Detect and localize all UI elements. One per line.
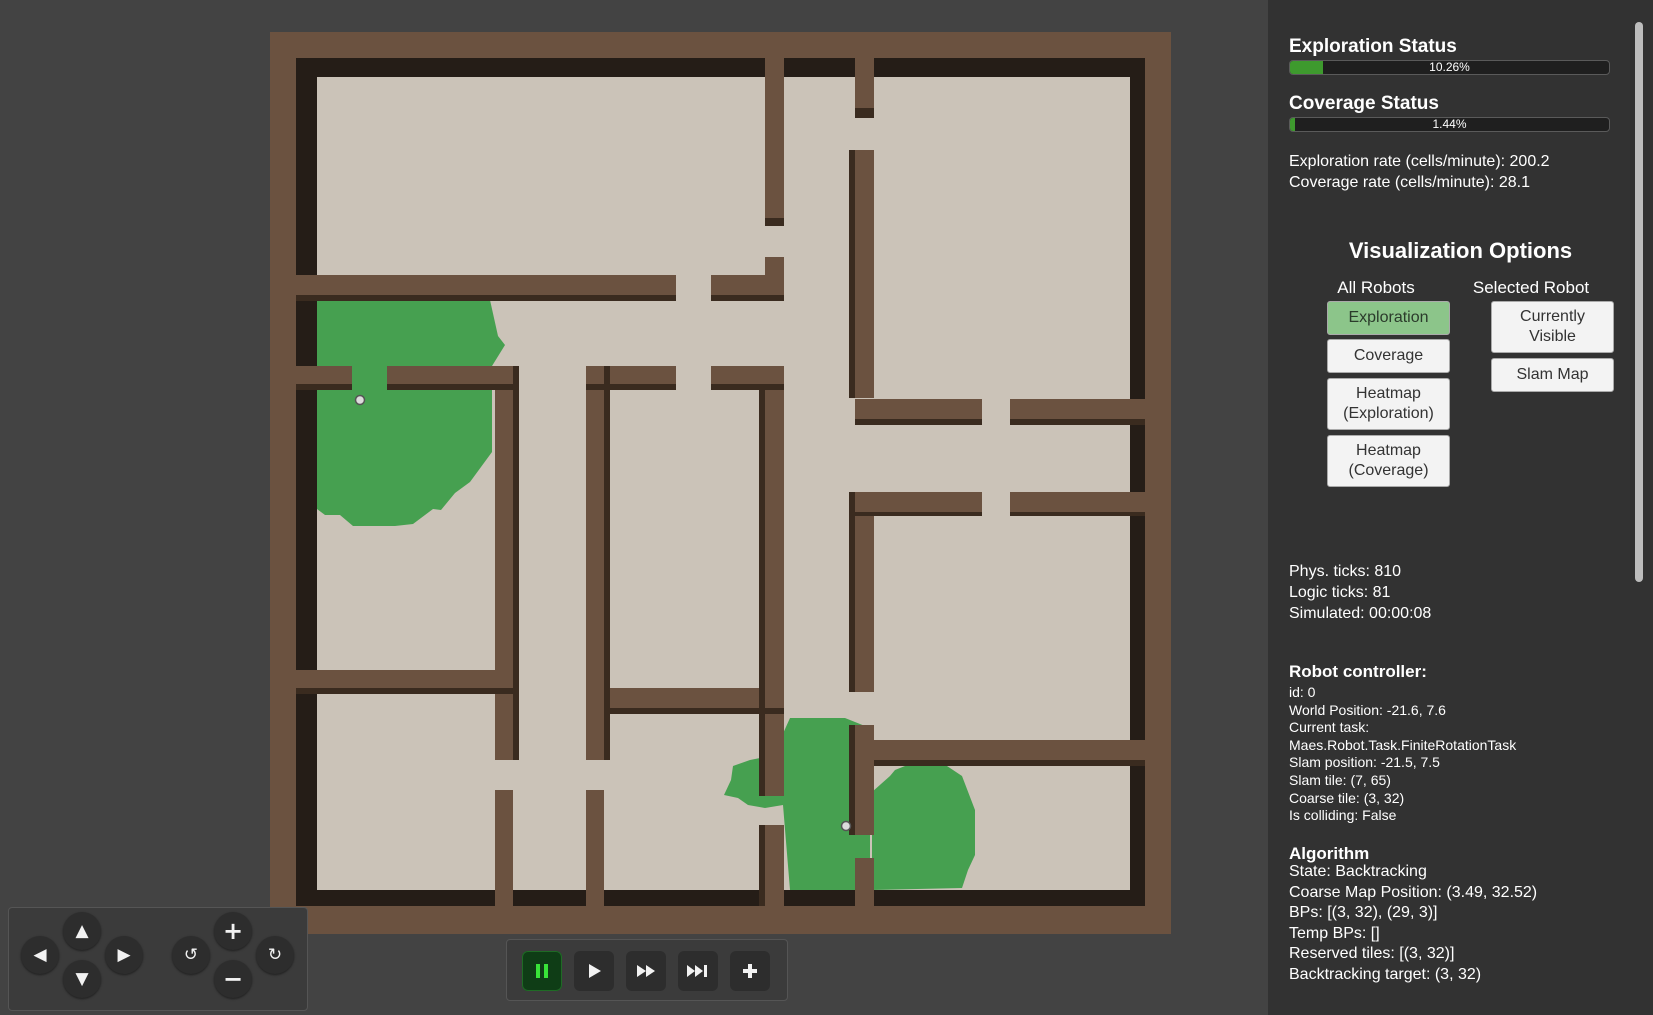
- robot-controller-title: Robot controller:: [1289, 662, 1427, 681]
- wall-h-right-a: [855, 399, 982, 419]
- exploration-rate: Exploration rate (cells/minute): 200.2: [1289, 153, 1550, 170]
- wall-h-mid-c: [586, 688, 784, 708]
- coverage-progress-bar: 1.44%: [1289, 117, 1610, 132]
- wall-h-lower-right: [855, 740, 1145, 760]
- coverage-percent: 1.44%: [1432, 117, 1467, 131]
- algorithm-line: Temp BPs: []: [1289, 924, 1380, 942]
- robot-controller-line: Current task:: [1289, 719, 1370, 736]
- logic-ticks: Logic ticks: 81: [1289, 584, 1391, 601]
- selected-robot-option-button[interactable]: Currently Visible: [1491, 301, 1614, 353]
- robot-controller-line: Slam tile: (7, 65): [1289, 772, 1391, 788]
- wall-h-left-b: [387, 366, 513, 384]
- wall-v-lower-right-a: [855, 725, 874, 835]
- wall-h-left-a: [296, 366, 352, 384]
- exploration-status-title: Exploration Status: [1289, 36, 1457, 57]
- robot-controller-line: Is colliding: False: [1289, 807, 1397, 824]
- skip-forward-button[interactable]: [678, 951, 718, 991]
- pause-icon: [536, 964, 548, 978]
- robot-marker-selected[interactable]: [840, 820, 852, 832]
- zoom-out-button[interactable]: −: [214, 960, 252, 998]
- simulated-time: Simulated: 00:00:08: [1289, 605, 1432, 622]
- plus-icon: +: [222, 917, 244, 945]
- selected-robot-option-button[interactable]: Slam Map: [1491, 358, 1614, 392]
- playback-controls: [506, 939, 788, 1001]
- play-icon: [589, 964, 601, 978]
- exploration-percent: 10.26%: [1429, 60, 1470, 74]
- robot-controller-line: Coarse tile: (3, 32): [1289, 789, 1405, 806]
- wall-v-mid-b: [765, 366, 784, 796]
- phys-ticks: Phys. ticks: 810: [1289, 563, 1402, 580]
- visualization-options-title: Visualization Options: [1348, 238, 1573, 263]
- scrollbar[interactable]: [1635, 22, 1643, 582]
- camera-controls: ▲ ▼ ◀ ▶ ↺ + − ↻: [8, 907, 308, 1011]
- move-up-button[interactable]: ▲: [63, 912, 101, 950]
- wall-v-left-b: [495, 790, 513, 906]
- wall-v-lower-right-b: [855, 858, 874, 906]
- arrow-left-icon: ◀: [33, 944, 47, 965]
- move-right-button[interactable]: ▶: [105, 936, 143, 974]
- wall-v-right-b: [855, 492, 874, 692]
- play-button[interactable]: [574, 951, 614, 991]
- minus-icon: −: [222, 965, 244, 993]
- viz-option-button[interactable]: Exploration: [1327, 301, 1450, 335]
- algorithm-line: State: Backtracking: [1289, 863, 1427, 880]
- wall-h-right-d: [1010, 492, 1145, 512]
- robot-controller-line: World Position: -21.6, 7.6: [1289, 701, 1446, 718]
- all-robots-label: All Robots: [1337, 278, 1415, 297]
- robot-controller-line: Maes.Robot.Task.FiniteRotationTask: [1289, 736, 1517, 753]
- add-robot-button[interactable]: [730, 951, 770, 991]
- coverage-rate: Coverage rate (cells/minute): 28.1: [1289, 174, 1530, 191]
- rotate-right-button[interactable]: ↻: [256, 936, 294, 974]
- robot-controller-line: id: 0: [1289, 684, 1316, 700]
- wall-v-stub: [765, 257, 784, 295]
- viz-option-button[interactable]: Heatmap (Coverage): [1327, 435, 1450, 487]
- fast-forward-icon: [637, 965, 655, 977]
- viz-option-button[interactable]: Heatmap (Exploration): [1327, 378, 1450, 430]
- pause-button[interactable]: [522, 951, 562, 991]
- selected-robot-label: Selected Robot: [1472, 278, 1590, 297]
- side-panel: Exploration Status 10.26% Coverage Statu…: [1268, 0, 1653, 1015]
- algorithm-line: BPs: [(3, 32), (29, 3)]: [1289, 904, 1438, 922]
- wall-v-top-a: [765, 58, 784, 223]
- algorithm-line: Coarse Map Position: (3.49, 32.52): [1289, 883, 1538, 901]
- wall-h-right-c: [855, 492, 982, 512]
- wall-h-right-b: [1010, 399, 1145, 419]
- wall-v-mid-d: [765, 825, 784, 906]
- robot-controller-line: Slam position: -21.5, 7.5: [1289, 754, 1440, 771]
- add-icon: [743, 964, 757, 978]
- skip-forward-icon: [687, 965, 707, 977]
- zoom-in-button[interactable]: +: [214, 912, 252, 950]
- maze-map[interactable]: [0, 0, 1268, 1015]
- robot-marker[interactable]: [354, 394, 366, 406]
- move-left-button[interactable]: ◀: [21, 936, 59, 974]
- wall-h-left-c: [296, 670, 513, 688]
- rotate-right-icon: ↻: [267, 944, 283, 965]
- wall-h-upper-left: [296, 275, 676, 295]
- fast-forward-button[interactable]: [626, 951, 666, 991]
- arrow-down-icon: ▼: [75, 968, 89, 989]
- wall-v-top-b: [855, 58, 874, 113]
- rotate-left-icon: ↺: [183, 944, 199, 965]
- scrollbar-thumb[interactable]: [1635, 22, 1643, 582]
- wall-v-left-a: [495, 366, 513, 760]
- coverage-status-title: Coverage Status: [1289, 93, 1439, 114]
- exploration-progress-bar: 10.26%: [1289, 60, 1610, 75]
- algorithm-line: Reserved tiles: [(3, 32)]: [1289, 945, 1455, 963]
- move-down-button[interactable]: ▼: [63, 960, 101, 998]
- simulation-viewport[interactable]: ▲ ▼ ◀ ▶ ↺ + − ↻: [0, 0, 1268, 1015]
- arrow-right-icon: ▶: [117, 944, 131, 965]
- rotate-left-button[interactable]: ↺: [172, 936, 210, 974]
- wall-v-mid-c: [586, 790, 604, 906]
- algorithm-line: Backtracking target: (3, 32): [1289, 966, 1482, 983]
- wall-v-right-a: [855, 150, 874, 398]
- arrow-up-icon: ▲: [75, 920, 89, 941]
- viz-option-button[interactable]: Coverage: [1327, 339, 1450, 373]
